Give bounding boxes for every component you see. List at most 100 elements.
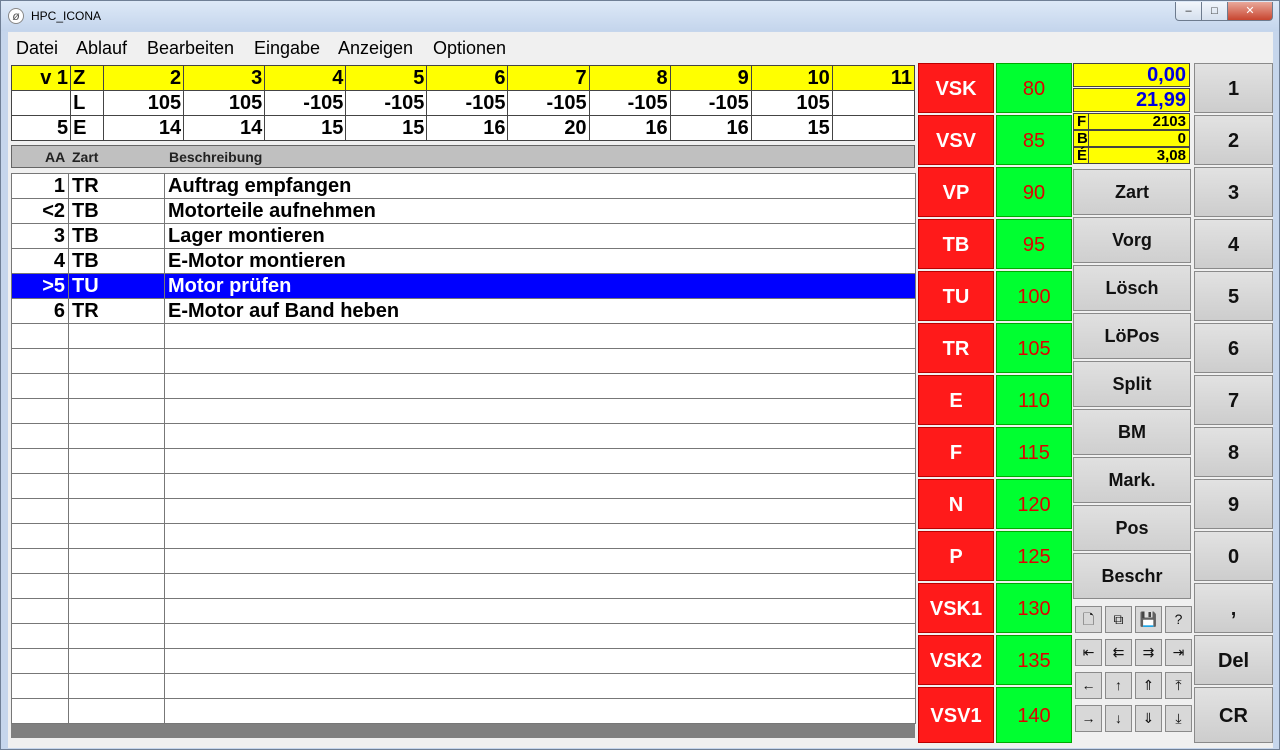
code-button-vsk[interactable]: VSK — [918, 63, 994, 113]
numpad-0-button[interactable]: 0 — [1194, 531, 1273, 581]
list-row[interactable]: 6 TR E-Motor auf Band heben — [11, 298, 916, 324]
next-icon[interactable]: ⇉ — [1135, 639, 1162, 666]
header-cell[interactable]: 105 — [183, 90, 266, 116]
save-icon[interactable]: 💾 — [1135, 606, 1162, 633]
numpad-1-button[interactable]: 1 — [1194, 63, 1273, 113]
bottom-icon[interactable]: ⤓ — [1165, 705, 1192, 732]
code-button-tu[interactable]: TU — [918, 271, 994, 321]
header-cell[interactable]: 105 — [103, 90, 185, 116]
left-icon[interactable]: ← — [1075, 672, 1102, 699]
list-row-empty[interactable] — [11, 323, 916, 349]
header-cell[interactable]: 8 — [588, 65, 671, 91]
action-button-zart[interactable]: Zart — [1073, 169, 1191, 215]
header-cell[interactable]: 3 — [183, 65, 266, 91]
list-row-empty[interactable] — [11, 398, 916, 424]
action-button-löpos[interactable]: LöPos — [1073, 313, 1191, 359]
header-cell[interactable]: 105 — [750, 90, 833, 116]
numpad-3-button[interactable]: 3 — [1194, 167, 1273, 217]
close-button[interactable]: ✕ — [1227, 2, 1273, 21]
header-cell[interactable]: 20 — [507, 115, 590, 141]
header-cell[interactable]: 5 — [345, 65, 428, 91]
header-cell[interactable]: 115 — [831, 90, 916, 116]
code-button-f[interactable]: F — [918, 427, 994, 477]
list-row-empty[interactable] — [11, 673, 916, 699]
header-cell[interactable]: -105 — [264, 90, 347, 116]
header-cell[interactable]: 7 — [507, 65, 590, 91]
list-row-empty[interactable] — [11, 623, 916, 649]
header-cell[interactable]: 13 — [831, 115, 916, 141]
menu-anzeigen[interactable]: Anzeigen — [338, 38, 413, 59]
code-value[interactable]: 105 — [996, 323, 1072, 373]
code-value[interactable]: 110 — [996, 375, 1072, 425]
header-cell[interactable]: 15 — [750, 115, 833, 141]
header-cell[interactable]: -105 — [669, 90, 752, 116]
list-row-empty[interactable] — [11, 523, 916, 549]
action-button-bm[interactable]: BM — [1073, 409, 1191, 455]
numpad-6-button[interactable]: 6 — [1194, 323, 1273, 373]
last-icon[interactable]: ⇥ — [1165, 639, 1192, 666]
numpad-9-button[interactable]: 9 — [1194, 479, 1273, 529]
code-button-vsk1[interactable]: VSK1 — [918, 583, 994, 633]
numpad-7-button[interactable]: 7 — [1194, 375, 1273, 425]
code-value[interactable]: 80 — [996, 63, 1072, 113]
numpad-2-button[interactable]: 2 — [1194, 115, 1273, 165]
action-button-pos[interactable]: Pos — [1073, 505, 1191, 551]
code-value[interactable]: 135 — [996, 635, 1072, 685]
list-row[interactable]: 3 TB Lager montieren — [11, 223, 916, 249]
list-row-empty[interactable] — [11, 573, 916, 599]
code-button-n[interactable]: N — [918, 479, 994, 529]
right-icon[interactable]: → — [1075, 705, 1102, 732]
list-row-empty[interactable] — [11, 373, 916, 399]
header-cell[interactable]: 16 — [669, 115, 752, 141]
header-cell[interactable]: 4 — [264, 65, 347, 91]
header-cell[interactable]: -105 — [345, 90, 428, 116]
numpad-8-button[interactable]: 8 — [1194, 427, 1273, 477]
first-icon[interactable]: ⇤ — [1075, 639, 1102, 666]
action-button-mark[interactable]: Mark. — [1073, 457, 1191, 503]
list-row[interactable]: 4 TB E-Motor montieren — [11, 248, 916, 274]
copy-icon[interactable]: ⧉ — [1105, 606, 1132, 633]
code-button-vp[interactable]: VP — [918, 167, 994, 217]
header-cell[interactable]: 6 — [426, 65, 509, 91]
numpad-delete-button[interactable]: Del — [1194, 635, 1273, 685]
list-row-empty[interactable] — [11, 498, 916, 524]
header-cell[interactable]: -105 — [507, 90, 590, 116]
top-icon[interactable]: ⤒ — [1165, 672, 1192, 699]
list-scrollbar[interactable] — [11, 724, 915, 738]
header-cell[interactable]: 15 — [264, 115, 347, 141]
column-header-zart[interactable]: Zart — [72, 149, 98, 165]
list-row[interactable]: <2 TB Motorteile aufnehmen — [11, 198, 916, 224]
page-up-icon[interactable]: ⇑ — [1135, 672, 1162, 699]
header-cell[interactable]: 10 — [750, 65, 833, 91]
action-button-beschr[interactable]: Beschr — [1073, 553, 1191, 599]
list-row-empty[interactable] — [11, 648, 916, 674]
list-row-empty[interactable] — [11, 448, 916, 474]
menu-bearbeiten[interactable]: Bearbeiten — [147, 38, 234, 59]
column-header-beschreibung[interactable]: Beschreibung — [169, 149, 262, 165]
code-value[interactable]: 95 — [996, 219, 1072, 269]
code-value[interactable]: 125 — [996, 531, 1072, 581]
code-button-vsv1[interactable]: VSV1 — [918, 687, 994, 743]
code-value[interactable]: 85 — [996, 115, 1072, 165]
up-icon[interactable]: ↑ — [1105, 672, 1132, 699]
action-button-lösch[interactable]: Lösch — [1073, 265, 1191, 311]
code-button-tb[interactable]: TB — [918, 219, 994, 269]
menu-optionen[interactable]: Optionen — [433, 38, 506, 59]
list-row-empty[interactable] — [11, 348, 916, 374]
header-cell[interactable]: 11 — [831, 65, 916, 91]
list-row-empty[interactable] — [11, 698, 916, 724]
code-value[interactable]: 90 — [996, 167, 1072, 217]
numpad-enter-button[interactable]: CR — [1194, 687, 1273, 743]
header-cell[interactable]: 15 — [345, 115, 428, 141]
code-value[interactable]: 140 — [996, 687, 1072, 743]
code-button-tr[interactable]: TR — [918, 323, 994, 373]
page-down-icon[interactable]: ⇓ — [1135, 705, 1162, 732]
header-cell[interactable]: 2 — [103, 65, 185, 91]
list-row-empty[interactable] — [11, 598, 916, 624]
header-cell[interactable]: 9 — [669, 65, 752, 91]
code-button-e[interactable]: E — [918, 375, 994, 425]
list-row-empty[interactable] — [11, 423, 916, 449]
header-cell[interactable]: 14 — [103, 115, 185, 141]
numpad-comma-button[interactable]: , — [1194, 583, 1273, 633]
header-cell[interactable]: 16 — [588, 115, 671, 141]
